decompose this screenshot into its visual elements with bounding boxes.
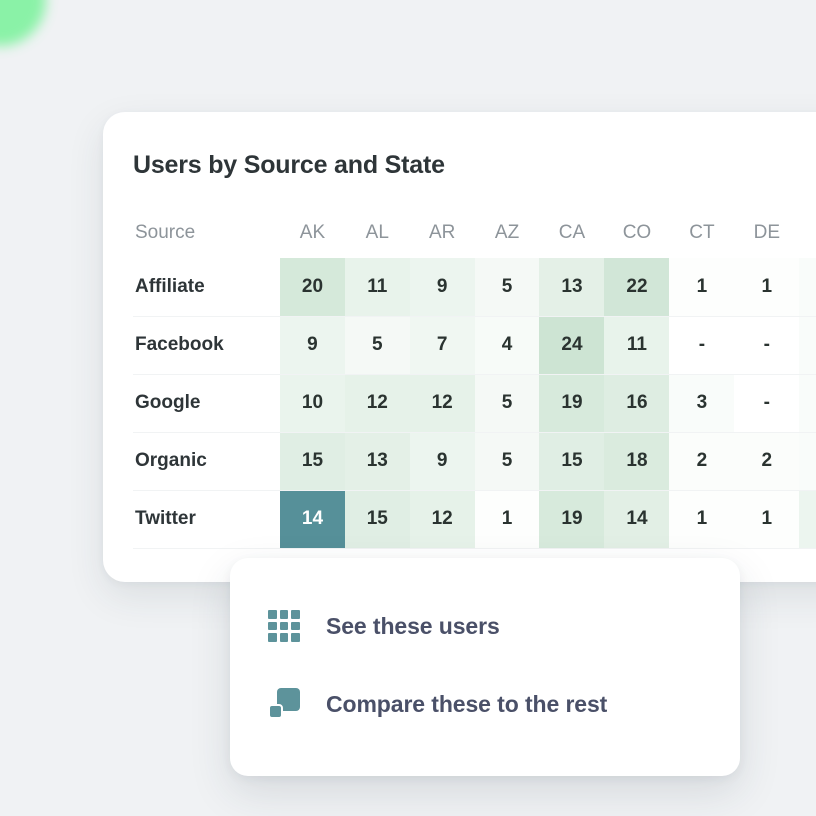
cell-affiliate-ar[interactable]: 9 [409,258,475,316]
cell-google-az[interactable]: 5 [474,374,540,432]
cell-organic-al[interactable]: 13 [344,432,410,490]
cell-partial[interactable] [799,490,816,548]
corner-accent-decoration [0,0,46,46]
table-row: Organic 15 13 9 5 15 18 2 2 [133,432,816,490]
cell-partial[interactable] [799,258,816,316]
cell-facebook-ak[interactable]: 9 [280,316,345,374]
cell-twitter-al[interactable]: 15 [344,490,410,548]
cell-organic-de[interactable]: 2 [734,432,800,490]
table-row: Affiliate 20 11 9 5 13 22 1 1 [133,258,816,316]
cell-partial[interactable] [799,374,816,432]
cell-organic-ca[interactable]: 15 [539,432,605,490]
cell-google-de[interactable]: - [734,374,800,432]
cell-partial[interactable] [799,432,816,490]
cell-facebook-al[interactable]: 5 [344,316,410,374]
cell-google-ak[interactable]: 10 [280,374,345,432]
table-header: Source AK AL AR AZ CA CO CT DE [133,208,816,258]
cell-google-co[interactable]: 16 [604,374,670,432]
column-header-source[interactable]: Source [133,208,280,258]
cell-google-ar[interactable]: 12 [409,374,475,432]
cell-affiliate-ak[interactable]: 20 [280,258,345,316]
menu-item-compare-these-to-the-rest[interactable]: Compare these to the rest [268,688,607,720]
cell-facebook-co[interactable]: 11 [604,316,670,374]
compare-squares-icon [268,688,300,720]
column-header-ak[interactable]: AK [280,208,345,258]
cell-twitter-ak[interactable]: 14 [280,490,345,548]
column-header-ct[interactable]: CT [669,208,734,258]
cell-organic-co[interactable]: 18 [604,432,670,490]
heatmap-table: Source AK AL AR AZ CA CO CT DE Affiliate 20 11 9 5 1… [133,208,816,549]
column-header-co[interactable]: CO [604,208,669,258]
row-header-facebook[interactable]: Facebook [133,316,280,374]
column-header-az[interactable]: AZ [475,208,540,258]
cell-organic-ar[interactable]: 9 [409,432,475,490]
table-row: Google 10 12 12 5 19 16 3- [133,374,816,432]
cell-twitter-co[interactable]: 14 [604,490,670,548]
cell-facebook-ct[interactable]: - [669,316,735,374]
header-row: Source AK AL AR AZ CA CO CT DE [133,208,816,258]
cell-affiliate-al[interactable]: 11 [344,258,410,316]
context-menu-popup: See these users Compare these to the res… [230,558,740,776]
heatmap-card: Users by Source and State Source AK AL AR A… [103,112,816,582]
cell-twitter-ct[interactable]: 1 [669,490,735,548]
cell-organic-ak[interactable]: 15 [280,432,345,490]
cell-twitter-az[interactable]: 1 [474,490,540,548]
menu-item-label: Compare these to the rest [326,690,608,717]
cell-affiliate-ca[interactable]: 13 [539,258,605,316]
cell-organic-ct[interactable]: 2 [669,432,735,490]
table-row: Facebook 9 5 7 4 24 11- - [133,316,816,374]
row-header-twitter[interactable]: Twitter [133,490,280,548]
cell-partial[interactable] [799,316,816,374]
cell-affiliate-co[interactable]: 22 [604,258,670,316]
menu-item-label: See these users [326,612,500,639]
cell-facebook-de[interactable]: - [734,316,800,374]
table-row: Twitter 14 15 12 1 19 14 1 1 [133,490,816,548]
table-body: Affiliate 20 11 9 5 13 22 1 1 Facebook 9 5 7 4 24 11- - G… [133,258,816,548]
row-header-organic[interactable]: Organic [133,432,280,490]
cell-google-al[interactable]: 12 [344,374,410,432]
cell-affiliate-ct[interactable]: 1 [669,258,735,316]
cell-facebook-ar[interactable]: 7 [409,316,475,374]
cell-google-ct[interactable]: 3 [669,374,735,432]
column-header-partial [799,208,816,258]
cell-facebook-ca[interactable]: 24 [539,316,605,374]
grid-icon [268,610,300,642]
cell-affiliate-de[interactable]: 1 [734,258,800,316]
cell-twitter-ar[interactable]: 12 [409,490,475,548]
cell-twitter-de[interactable]: 1 [734,490,800,548]
column-header-ca[interactable]: CA [539,208,604,258]
column-header-de[interactable]: DE [734,208,799,258]
column-header-al[interactable]: AL [345,208,410,258]
page-title: Users by Source and State [133,151,445,179]
column-header-ar[interactable]: AR [410,208,475,258]
row-header-affiliate[interactable]: Affiliate [133,258,280,316]
cell-affiliate-az[interactable]: 5 [474,258,540,316]
cell-google-ca[interactable]: 19 [539,374,605,432]
cell-organic-az[interactable]: 5 [474,432,540,490]
row-header-google[interactable]: Google [133,374,280,432]
cell-twitter-ca[interactable]: 19 [539,490,605,548]
cell-facebook-az[interactable]: 4 [474,316,540,374]
menu-item-see-these-users[interactable]: See these users [268,610,500,642]
